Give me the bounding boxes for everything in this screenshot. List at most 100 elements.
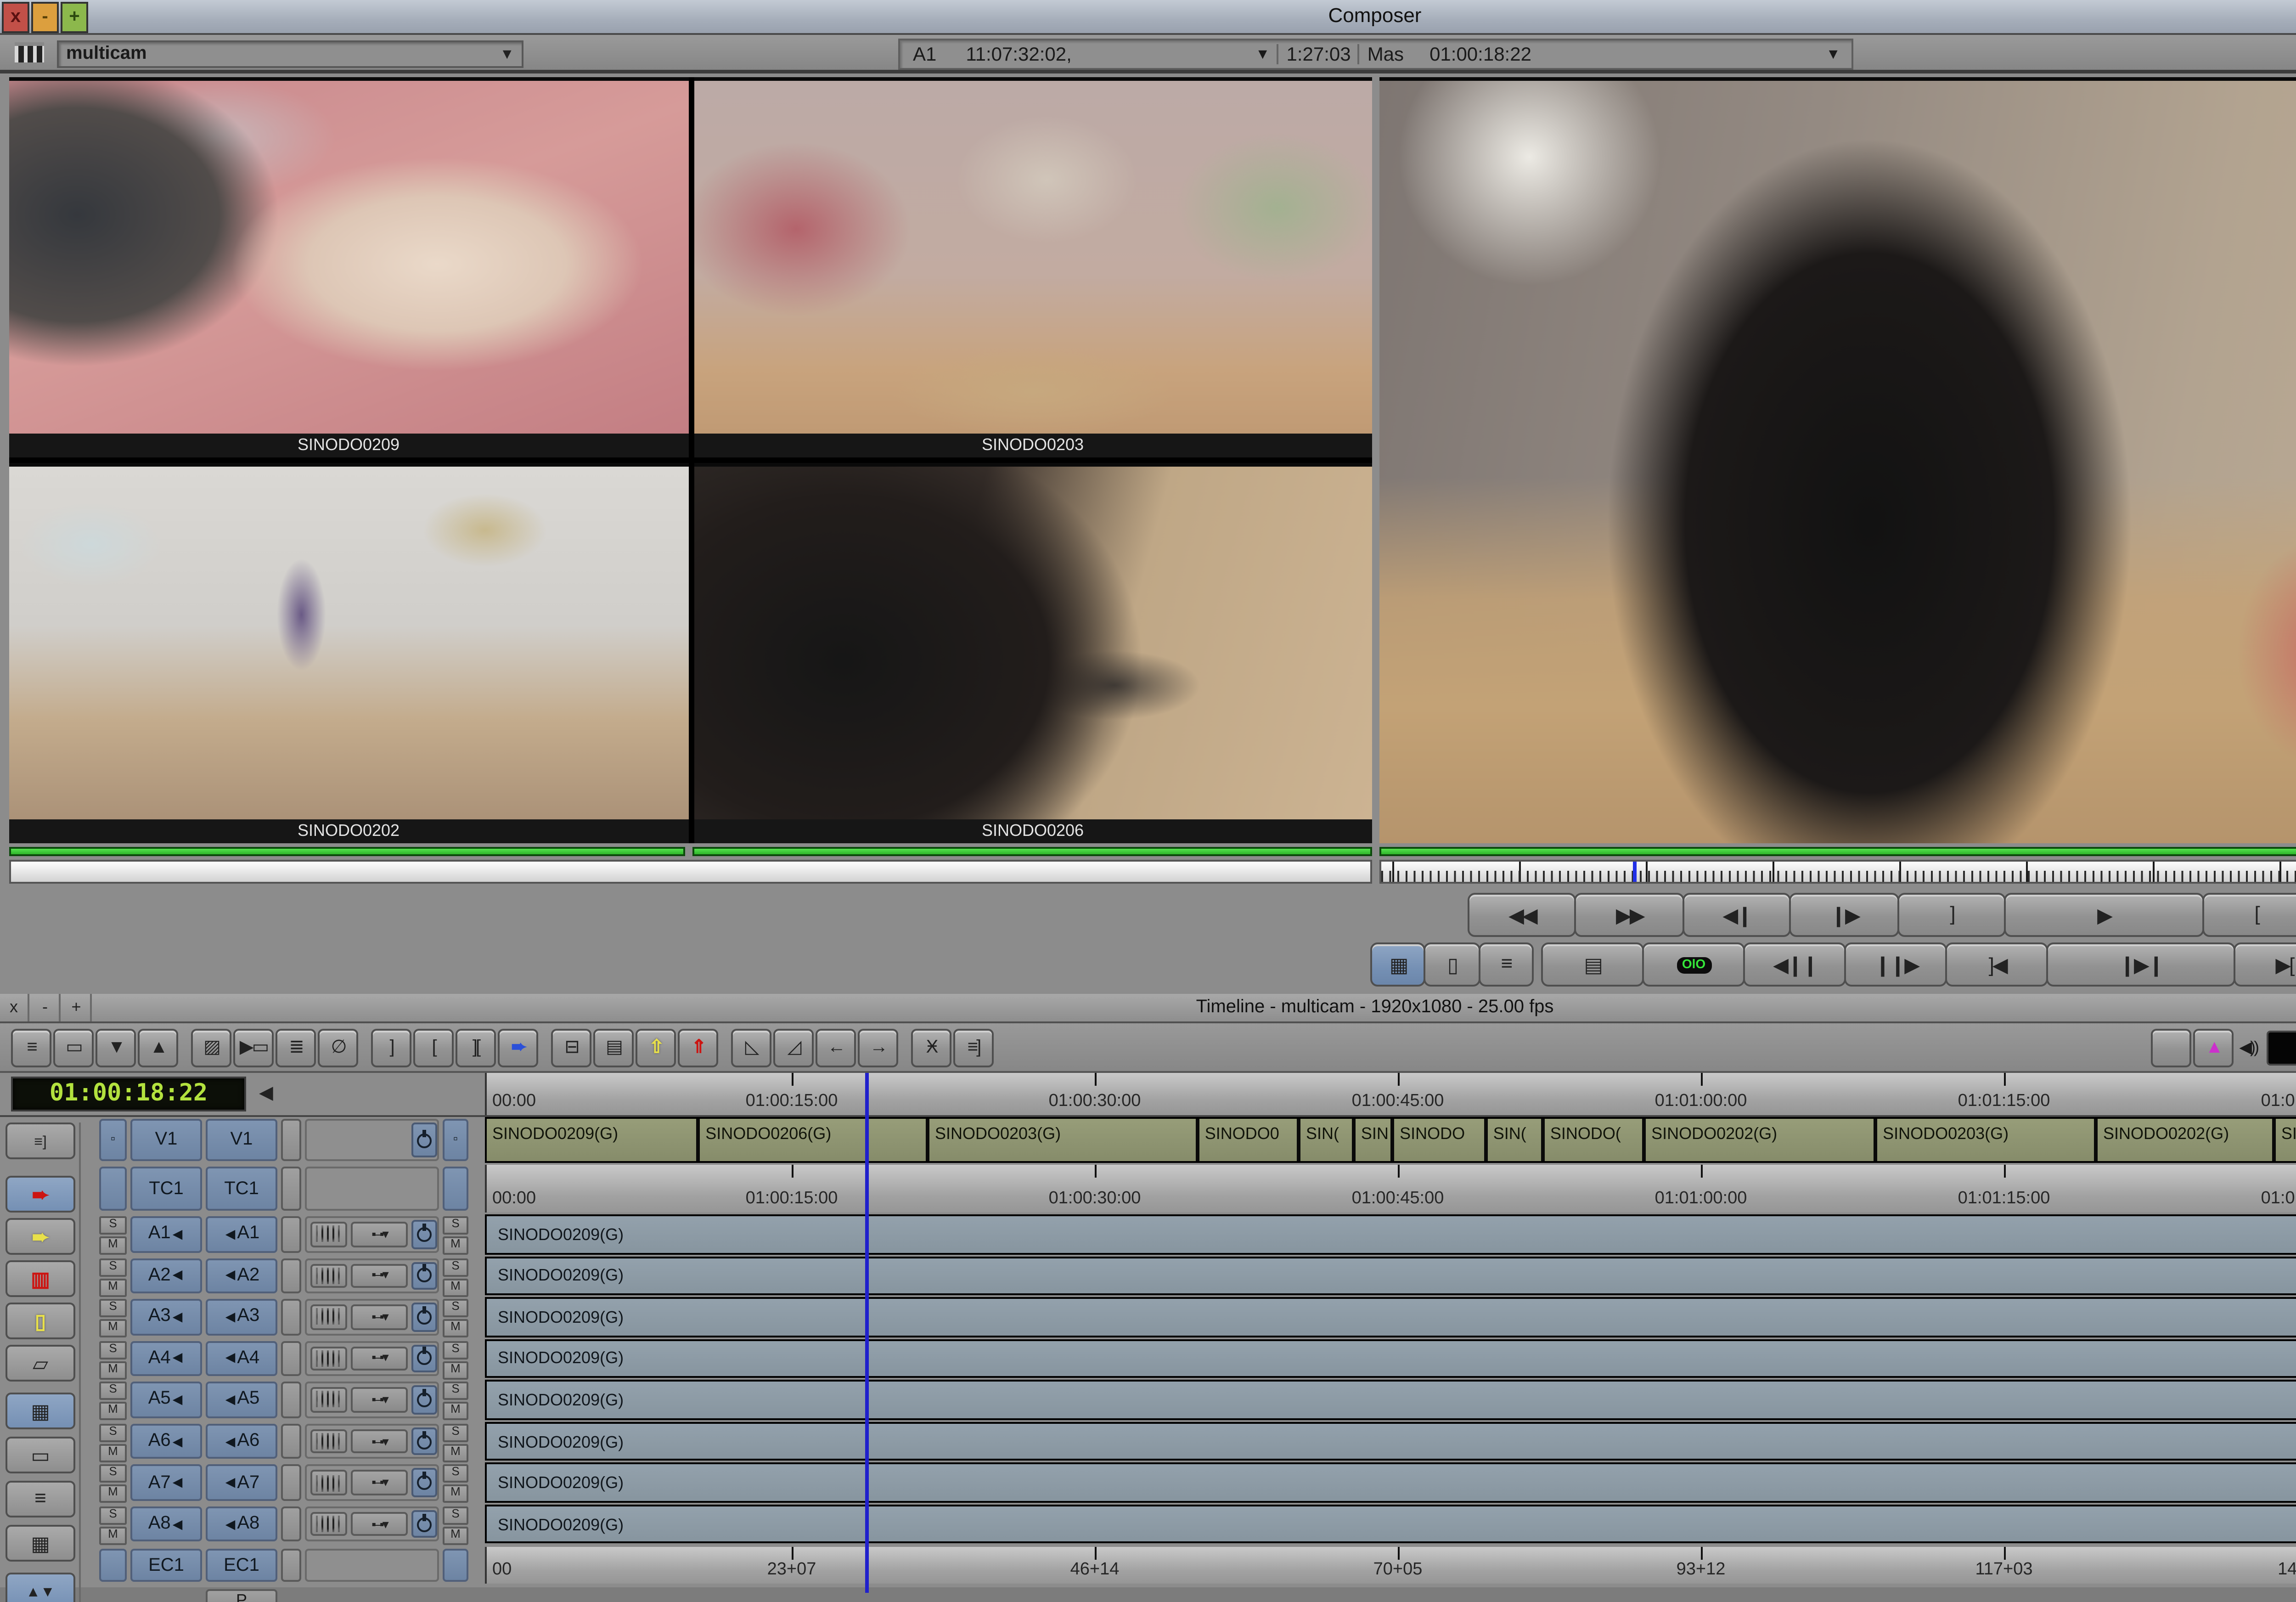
mute-button[interactable]: M: [443, 1485, 468, 1503]
remove-effect-button[interactable]: ∅: [318, 1028, 358, 1066]
fast-menu-button[interactable]: ≡]: [6, 1123, 75, 1159]
solo-button[interactable]: S: [99, 1465, 127, 1483]
step-forward-button[interactable]: ❙▶: [1790, 893, 1899, 937]
track-button-record-A2[interactable]: ◀A2: [206, 1258, 277, 1293]
nudge-left-button[interactable]: ←: [816, 1028, 856, 1066]
mute-button[interactable]: M: [99, 1526, 127, 1545]
go-to-out-button[interactable]: ▶[: [2233, 942, 2296, 987]
track-power-button[interactable]: [411, 1510, 437, 1538]
record-enable-cell[interactable]: ▫: [99, 1119, 127, 1161]
timeline-audio-clip[interactable]: SINODO0209(G): [487, 1382, 2296, 1418]
segment-insert-button[interactable]: ➨: [498, 1028, 538, 1066]
waveform-button[interactable]: [310, 1263, 347, 1288]
step-back-10-button[interactable]: ◀❙❙: [1744, 942, 1846, 987]
solo-button[interactable]: S: [99, 1299, 127, 1317]
track-button-source-A3[interactable]: A3◀: [130, 1299, 202, 1335]
splice-in-button[interactable]: ⇧: [636, 1028, 676, 1066]
nudge-right-button[interactable]: →: [858, 1028, 898, 1066]
timeline-clip[interactable]: SIN(: [1488, 1119, 1545, 1161]
audio-sliders-button[interactable]: ≡: [6, 1481, 75, 1517]
solo-button[interactable]: S: [443, 1506, 468, 1524]
track-button-source-V1[interactable]: V1: [130, 1119, 202, 1161]
track-button-source-A2[interactable]: A2◀: [130, 1258, 202, 1293]
solo-button[interactable]: S: [99, 1423, 127, 1442]
trim-right-side-button[interactable]: ◿: [773, 1028, 814, 1066]
splice-film-button[interactable]: ▤: [593, 1028, 634, 1066]
solo-button[interactable]: S: [443, 1465, 468, 1483]
timeline-audio-clip[interactable]: SINODO0209(G): [487, 1299, 2296, 1335]
waveform-button[interactable]: [310, 1429, 347, 1454]
track-button-record-V1[interactable]: V1: [206, 1119, 277, 1161]
lift-button[interactable]: ▯: [6, 1303, 75, 1339]
timeline-clip[interactable]: SINODO0203(G): [1877, 1119, 2098, 1161]
program-monitor[interactable]: [1379, 77, 2296, 843]
trim-box-button[interactable]: ▭: [53, 1028, 94, 1066]
splice-segments-button[interactable]: ⊟: [551, 1028, 591, 1066]
film-boxes-button[interactable]: ▦: [6, 1525, 75, 1562]
mute-button[interactable]: M: [99, 1319, 127, 1337]
waveform-button[interactable]: [310, 1512, 347, 1536]
timeline-clip[interactable]: SIN: [2276, 1119, 2296, 1161]
keyframe-automation-button[interactable]: ▪–▪▾: [351, 1429, 408, 1454]
mute-button[interactable]: M: [443, 1278, 468, 1296]
track-button-record-A4[interactable]: ◀A4: [206, 1341, 277, 1376]
film-icon[interactable]: [15, 42, 44, 66]
record-enable-cell[interactable]: [443, 1167, 468, 1211]
track-power-button[interactable]: [411, 1427, 437, 1455]
master-timecode-display[interactable]: 01:00:18:22: [11, 1077, 246, 1111]
timeline-clip[interactable]: SINODO0209(G): [487, 1119, 700, 1161]
multicam-monitor-3[interactable]: SINODO0202: [9, 463, 688, 843]
rewind-button[interactable]: ◀◀: [1468, 893, 1577, 937]
solo-button[interactable]: S: [99, 1506, 127, 1524]
swap-cam-bank-button[interactable]: ▯: [1424, 942, 1480, 987]
quad-display-button[interactable]: ▦: [1370, 942, 1426, 987]
timeline-clip[interactable]: SINODO0206(G): [700, 1119, 929, 1161]
chevron-down-icon[interactable]: ▼: [1826, 46, 1840, 62]
mute-button[interactable]: M: [443, 1444, 468, 1462]
position-arrow-icon[interactable]: ◀: [259, 1084, 273, 1104]
timecode-track-ruler[interactable]: 00:0001:00:15:0001:00:30:0001:00:45:0001…: [485, 1165, 2296, 1213]
source-position-bar[interactable]: [9, 860, 1372, 884]
trim-mode-button[interactable]: Ӿ: [911, 1028, 951, 1066]
track-button-source-TC1[interactable]: TC1: [130, 1167, 202, 1211]
track-button-source-EC1[interactable]: EC1: [130, 1549, 202, 1582]
multicam-led-button[interactable]: OlO: [1642, 942, 1745, 987]
solo-button[interactable]: S: [99, 1382, 127, 1400]
video-quality-button[interactable]: ▲▼: [6, 1573, 75, 1602]
solo-button[interactable]: S: [443, 1341, 468, 1359]
keyframe-automation-button[interactable]: ▪–▪▾: [351, 1388, 408, 1412]
close-icon[interactable]: x: [0, 994, 29, 1021]
mark-out-button[interactable]: ]: [371, 1028, 411, 1066]
track-button-source-A6[interactable]: A6◀: [130, 1423, 202, 1459]
effect-editor-button[interactable]: ≡]: [953, 1028, 994, 1066]
patch-button[interactable]: P: [206, 1589, 277, 1602]
track-power-button[interactable]: [411, 1220, 437, 1248]
waveform-button[interactable]: [310, 1304, 347, 1329]
timeline-audio-clip[interactable]: SINODO0209(G): [487, 1216, 2296, 1252]
solo-button[interactable]: S: [443, 1299, 468, 1317]
waveform-button[interactable]: [310, 1470, 347, 1495]
record-enable-cell[interactable]: [99, 1549, 127, 1582]
overwrite-button[interactable]: ⇑: [678, 1028, 718, 1066]
keyframe-automation-button[interactable]: ▪–▪▾: [351, 1222, 408, 1247]
blank-button[interactable]: [2151, 1028, 2191, 1066]
track-button-record-A8[interactable]: ◀A8: [206, 1506, 277, 1542]
waveform-button[interactable]: [310, 1388, 347, 1412]
track-button-record-A6[interactable]: ◀A6: [206, 1423, 277, 1459]
record-enable-cell[interactable]: ▫: [443, 1119, 468, 1161]
mute-button[interactable]: M: [99, 1361, 127, 1379]
effect-frame-button[interactable]: ▱: [6, 1345, 75, 1382]
timeline-clip[interactable]: SINODO0: [1199, 1119, 1300, 1161]
trim-box-button[interactable]: ▭: [6, 1437, 75, 1473]
move-down-button[interactable]: ▼: [96, 1028, 136, 1066]
motion-effect-button[interactable]: ▶▭: [233, 1028, 274, 1066]
maximize-icon[interactable]: +: [62, 994, 92, 1021]
timeline-clip[interactable]: SINODO0202(G): [1646, 1119, 1877, 1161]
track-button-source-A5[interactable]: A5◀: [130, 1382, 202, 1418]
timeline-clip[interactable]: SINODO(: [1545, 1119, 1646, 1161]
keyframe-automation-button[interactable]: ▪–▪▾: [351, 1304, 408, 1329]
track-button-record-TC1[interactable]: TC1: [206, 1167, 277, 1211]
timeline-clip[interactable]: SINODO0202(G): [2098, 1119, 2276, 1161]
minimize-icon[interactable]: -: [31, 994, 61, 1021]
track-button-source-A4[interactable]: A4◀: [130, 1341, 202, 1376]
